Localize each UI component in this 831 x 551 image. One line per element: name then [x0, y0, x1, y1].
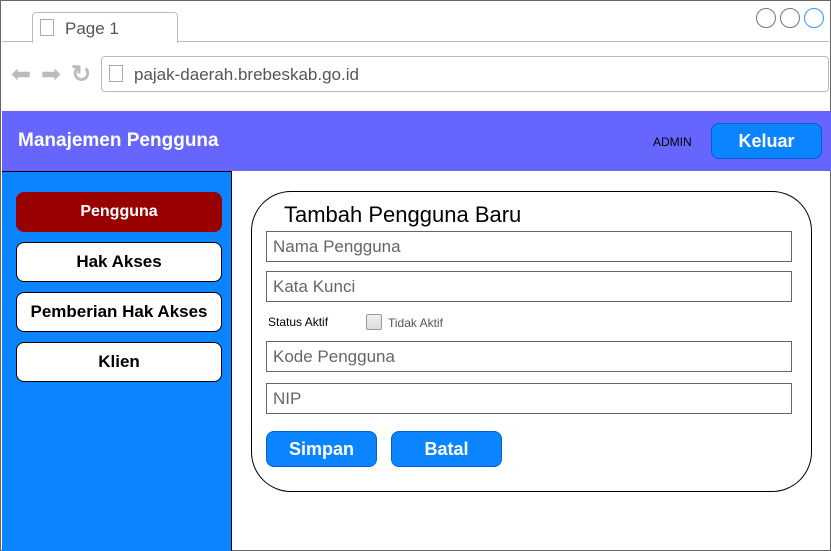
sidebar-item-pengguna[interactable]: Pengguna [16, 192, 222, 232]
page-icon [109, 65, 123, 82]
forward-icon[interactable]: ➡ [41, 63, 61, 87]
logout-button[interactable]: Keluar [711, 123, 822, 159]
sidebar: Pengguna Hak Akses Pemberian Hak Akses K… [2, 171, 232, 551]
status-checkbox[interactable] [366, 314, 382, 330]
nip-input[interactable]: NIP [266, 383, 792, 414]
add-user-form: Tambah Pengguna Baru Nama Pengguna Kata … [251, 191, 812, 492]
user-code-input[interactable]: Kode Pengguna [266, 341, 792, 372]
sidebar-item-pemberian-hak-akses[interactable]: Pemberian Hak Akses [16, 292, 222, 332]
url-text: pajak-daerah.brebeskab.go.id [134, 65, 359, 84]
address-bar[interactable]: pajak-daerah.brebeskab.go.id [101, 56, 829, 92]
username-input[interactable]: Nama Pengguna [266, 231, 792, 262]
back-icon[interactable]: ⬅ [11, 63, 31, 87]
browser-window: Page 1 ⬅ ➡ ↻ pajak-daerah.brebeskab.go.i… [0, 0, 831, 551]
password-input[interactable]: Kata Kunci [266, 271, 792, 302]
tab-label: Page 1 [65, 19, 119, 38]
sidebar-item-klien[interactable]: Klien [16, 342, 222, 382]
minimize-button[interactable] [756, 8, 776, 28]
status-label: Status Aktif [268, 315, 329, 329]
app-header: Manajemen Pengguna ADMIN Keluar [2, 111, 831, 171]
status-checkbox-label: Tidak Aktif [388, 316, 443, 330]
close-button[interactable] [804, 8, 824, 28]
page-icon [40, 19, 54, 36]
save-button[interactable]: Simpan [266, 431, 377, 467]
browser-tab[interactable]: Page 1 [32, 12, 178, 43]
sidebar-item-hak-akses[interactable]: Hak Akses [16, 242, 222, 282]
form-title: Tambah Pengguna Baru [284, 202, 522, 227]
cancel-button[interactable]: Batal [391, 431, 502, 467]
page-title: Manajemen Pengguna [18, 130, 219, 151]
tab-bar: Page 1 [2, 2, 829, 43]
reload-icon[interactable]: ↻ [71, 63, 91, 87]
user-label: ADMIN [653, 135, 692, 149]
maximize-button[interactable] [780, 8, 800, 28]
